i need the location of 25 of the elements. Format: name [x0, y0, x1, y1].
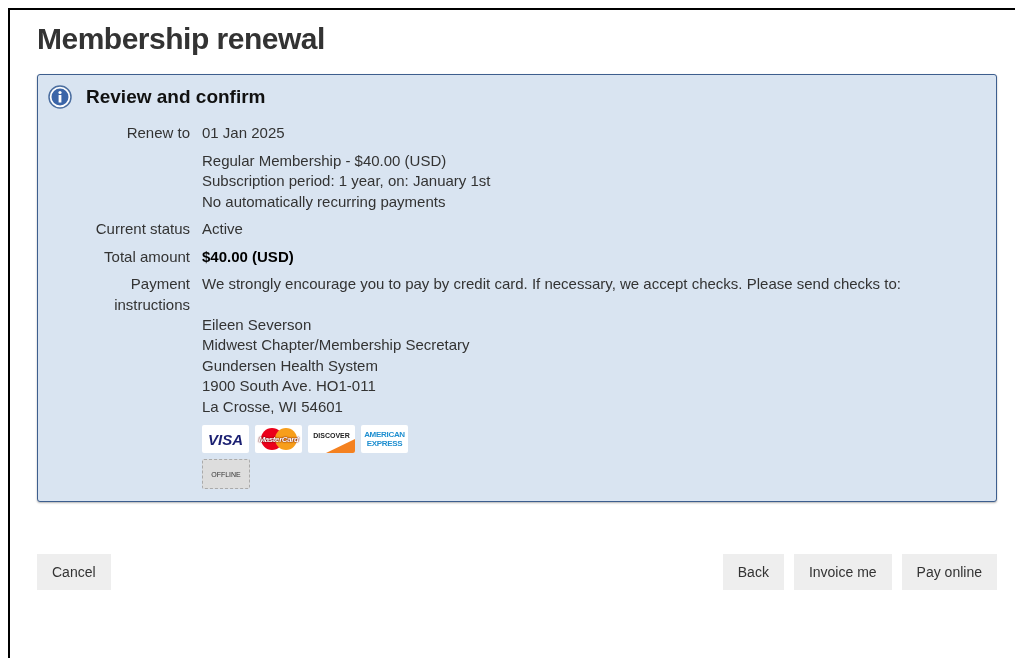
field-value: Subscription period: 1 year, on: January 1st: [202, 172, 491, 189]
cancel-button[interactable]: Cancel: [37, 554, 111, 590]
page-title: Membership renewal: [37, 22, 326, 56]
address-line: Eileen Severson: [202, 315, 312, 333]
field-value: $40.00 (USD): [202, 247, 294, 265]
address-line: Midwest Chapter/Membership Secretary: [202, 336, 470, 353]
address-line: La Crosse, WI 54601: [202, 397, 343, 415]
field-value: Regular Membership - $40.00 (USD): [202, 151, 447, 169]
field-label: Payment instructions: [113, 274, 190, 315]
visa-logo: VISA: [202, 425, 249, 453]
field-label: Total amount: [104, 246, 190, 267]
action-button[interactable]: Back: [722, 554, 784, 590]
amex-logo: AMERICAN EXPRESS: [361, 425, 408, 453]
field-value: Active: [202, 220, 243, 237]
field-value: No automatically recurring payments: [202, 192, 446, 210]
field-value: 01 Jan 2025: [202, 124, 285, 141]
field-label: Renew to: [126, 123, 190, 143]
action-button[interactable]: Pay online: [901, 554, 997, 590]
action-button[interactable]: Invoice me: [793, 554, 892, 590]
field-label: Current status: [95, 219, 190, 239]
info-icon: [48, 85, 72, 109]
address-line: 1900 South Ave. HO1-011: [202, 377, 376, 394]
address-line: Gundersen Health System: [202, 356, 378, 374]
panel-title: Review and confirm: [86, 86, 266, 108]
field-value: We strongly encourage you to pay by credit card. If necessary, we accept checks. Please send checks to:: [202, 275, 901, 292]
